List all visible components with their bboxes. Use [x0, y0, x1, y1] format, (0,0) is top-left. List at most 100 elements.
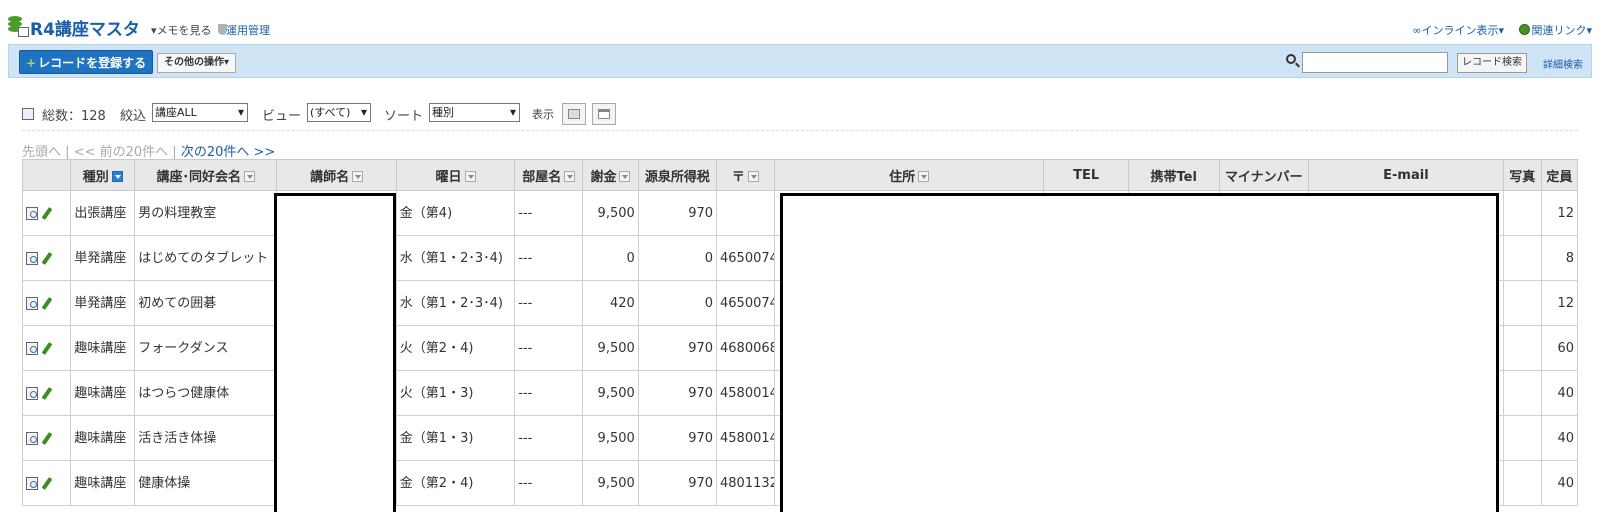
sort-icon[interactable] — [244, 170, 256, 182]
row-actions[interactable] — [21, 325, 72, 371]
cell-fee-value: 0 — [626, 250, 635, 266]
cell-zip-value: 4680068 — [720, 340, 775, 356]
memo-link[interactable]: ▾メモを見る — [151, 22, 229, 38]
cell-capacity: 40 — [1540, 415, 1579, 461]
sort-icon[interactable] — [918, 170, 930, 182]
header-instructor[interactable]: 講師名 — [276, 159, 397, 191]
other-ops-menu[interactable]: その他の操作▾ — [157, 53, 237, 73]
sort-icon[interactable] — [619, 170, 631, 182]
title-bar: R4講座マスタ ▾メモを見る 運用管理 ∞インライン表示▾ 関連リンク▾ — [0, 0, 1600, 44]
header-label: 携帯Tel — [1150, 169, 1197, 185]
pager-next[interactable]: 次の20件へ >> — [181, 145, 275, 160]
cell-type: 単発講座 — [70, 280, 136, 326]
row-actions[interactable] — [21, 280, 72, 326]
header-type[interactable]: 種別 — [70, 159, 136, 191]
cell-fee-value: 9,500 — [597, 340, 635, 356]
cell-capacity: 12 — [1540, 190, 1579, 236]
view-detail-icon[interactable] — [26, 296, 38, 310]
cell-fee-value: 9,500 — [597, 430, 635, 446]
header-room[interactable]: 部屋名 — [514, 159, 584, 191]
view-detail-icon[interactable] — [26, 431, 38, 445]
header-label: TEL — [1073, 167, 1100, 183]
redacted-contact-block — [780, 193, 1499, 512]
row-actions[interactable] — [21, 415, 72, 461]
display-label: 表示 — [532, 108, 554, 121]
edit-pencil-icon[interactable] — [41, 431, 53, 445]
row-actions[interactable] — [21, 370, 72, 416]
view-detail-icon[interactable] — [26, 386, 38, 400]
edit-pencil-icon[interactable] — [41, 206, 53, 220]
cell-zip-value: 4580014 — [720, 430, 775, 446]
cell-fee-value: 9,500 — [597, 205, 635, 221]
memo-link-label[interactable]: ▾メモを見る — [151, 24, 212, 37]
pager-first: 先頭へ — [22, 145, 62, 160]
sort-icon[interactable] — [464, 170, 476, 182]
cell-photo — [1502, 235, 1542, 281]
view-detail-icon[interactable] — [26, 341, 38, 355]
row-actions[interactable] — [21, 190, 72, 236]
cell-room: --- — [514, 235, 584, 281]
related-links-label[interactable]: 関連リンク▾ — [1531, 24, 1592, 37]
header-course-name[interactable]: 講座･同好会名 — [134, 159, 278, 191]
cell-zip — [716, 190, 775, 236]
cell-capacity-value: 12 — [1557, 295, 1574, 311]
edit-pencil-icon[interactable] — [41, 296, 53, 310]
view-detail-icon[interactable] — [26, 251, 38, 265]
sort-icon[interactable] — [564, 170, 576, 182]
view-detail-icon[interactable] — [26, 476, 38, 490]
edit-pencil-icon[interactable] — [41, 251, 53, 265]
cell-capacity-value: 40 — [1557, 430, 1574, 446]
cell-course-name-value: はじめてのタブレット — [138, 250, 269, 266]
cell-fee: 9,500 — [582, 190, 639, 236]
cell-withholding-tax: 970 — [637, 460, 718, 506]
row-actions[interactable] — [21, 460, 72, 506]
cell-room: --- — [514, 325, 584, 371]
header-label: 住所 — [889, 169, 916, 185]
header-zip[interactable]: 〒 — [716, 159, 775, 191]
sort-select[interactable]: 種別 — [429, 103, 520, 122]
cell-course-name-value: はつらつ健康体 — [138, 385, 230, 401]
export-icon[interactable] — [22, 108, 34, 120]
advanced-search-link[interactable]: 詳細検索 — [1543, 56, 1583, 71]
view-select[interactable]: (すべて) — [307, 103, 371, 122]
inline-view-toggle[interactable]: ∞インライン表示▾ — [1412, 22, 1504, 38]
edit-pencil-icon[interactable] — [41, 476, 53, 490]
edit-pencil-icon[interactable] — [41, 386, 53, 400]
sort-icon[interactable] — [352, 170, 364, 182]
cell-type: 趣味講座 — [70, 415, 136, 461]
cell-withholding-tax: 970 — [637, 190, 718, 236]
cell-weekday-value: 水（第1・2･3･4) — [399, 295, 503, 311]
header-fee[interactable]: 謝金 — [582, 159, 639, 191]
sort-desc-icon[interactable] — [111, 170, 123, 182]
cell-photo — [1502, 190, 1542, 236]
record-search-button[interactable]: レコード検索 — [1457, 53, 1527, 73]
total-count: 総数：128 — [42, 109, 106, 124]
cell-withholding-tax-value: 970 — [688, 430, 714, 446]
app-title[interactable]: R4講座マスタ — [30, 15, 140, 40]
cell-zip: 4580014 — [716, 415, 775, 461]
cell-course-name: 健康体操 — [134, 460, 278, 506]
admin-link[interactable]: 運用管理 — [226, 22, 270, 38]
cell-course-name-value: フォークダンス — [138, 340, 229, 356]
display-table-button[interactable] — [592, 103, 616, 125]
header-withholding-tax: 源泉所得税 — [637, 159, 718, 191]
related-links-menu[interactable]: 関連リンク▾ — [1519, 22, 1592, 38]
cell-type-value: 趣味講座 — [74, 430, 127, 446]
search-input[interactable] — [1302, 52, 1448, 73]
view-detail-icon[interactable] — [26, 206, 38, 220]
row-actions[interactable] — [21, 235, 72, 281]
cell-room-value: --- — [518, 430, 533, 446]
add-record-button[interactable]: + レコードを登録する — [19, 50, 154, 74]
header-actions — [21, 159, 72, 191]
cell-type: 単発講座 — [70, 235, 136, 281]
cell-course-name: 初めての囲碁 — [134, 280, 278, 326]
header-weekday[interactable]: 曜日 — [395, 159, 516, 191]
header-address[interactable]: 住所 — [773, 159, 1045, 191]
cell-photo — [1502, 415, 1542, 461]
cell-withholding-tax-value: 0 — [704, 295, 714, 311]
display-list-button[interactable] — [562, 103, 586, 125]
filter-select[interactable]: 講座ALL — [152, 103, 248, 122]
cell-fee-value: 9,500 — [597, 475, 635, 491]
sort-icon[interactable] — [747, 170, 759, 182]
edit-pencil-icon[interactable] — [41, 341, 53, 355]
